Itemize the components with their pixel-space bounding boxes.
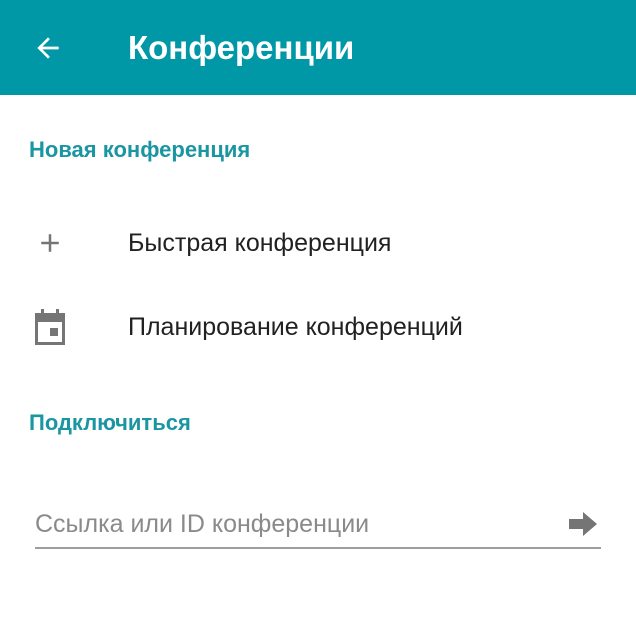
arrow-forward-icon xyxy=(569,512,597,536)
back-button[interactable] xyxy=(20,23,76,73)
quick-conference-item[interactable]: Быстрая конференция xyxy=(0,205,636,281)
section-header-new-conference: Новая конференция xyxy=(29,137,251,162)
conferences-screen: Конференции Новая конференция Быстрая ко… xyxy=(0,0,636,618)
calendar-icon xyxy=(32,309,68,345)
arrow-back-icon xyxy=(37,37,59,59)
schedule-conference-item[interactable]: Планирование конференций xyxy=(0,289,636,365)
page-title: Конференции xyxy=(128,29,355,66)
join-button[interactable] xyxy=(565,506,601,542)
plus-icon xyxy=(32,225,68,261)
schedule-conference-label: Планирование конференций xyxy=(128,313,463,341)
quick-conference-label: Быстрая конференция xyxy=(128,229,392,257)
section-header-connect: Подключиться xyxy=(29,410,191,435)
input-underline xyxy=(35,547,601,549)
conference-link-field xyxy=(35,500,601,552)
conference-link-input[interactable] xyxy=(35,500,555,548)
app-bar: Конференции xyxy=(0,0,636,95)
